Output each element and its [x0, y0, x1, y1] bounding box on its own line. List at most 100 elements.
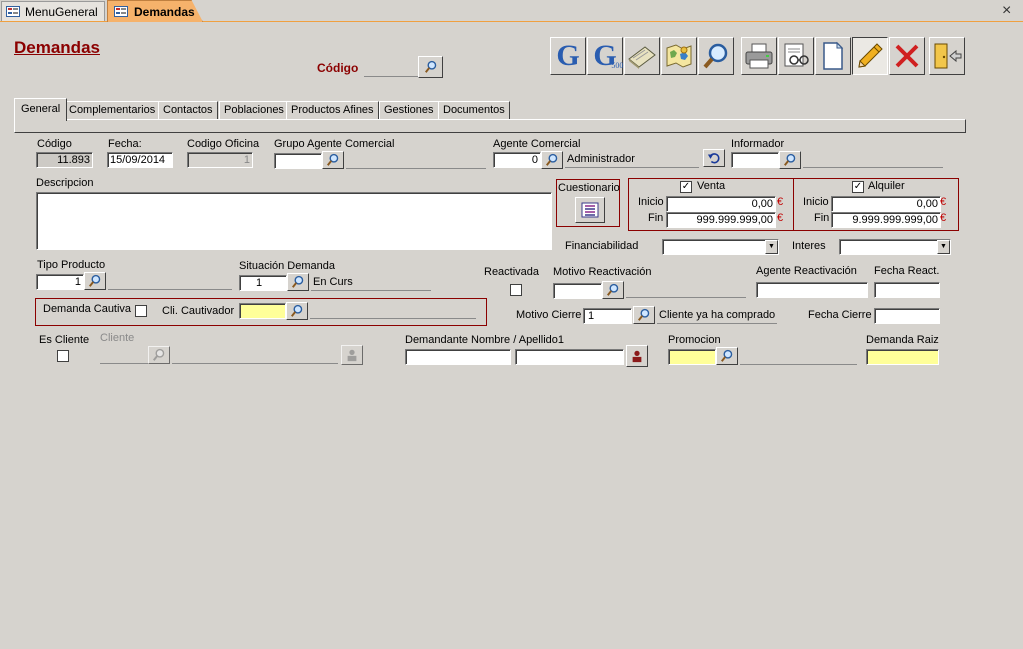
venta-inicio-field[interactable]: 0,00	[666, 196, 776, 212]
situacion-lookup[interactable]	[287, 273, 309, 291]
cliente-lookup	[148, 346, 170, 364]
magnifier-icon	[606, 283, 619, 296]
promocion-field[interactable]	[668, 349, 716, 365]
situacion-field[interactable]: 1	[239, 275, 287, 291]
informador-field[interactable]	[731, 152, 779, 168]
cuestionario-label: Cuestionario	[558, 182, 620, 194]
cuestionario-button[interactable]	[575, 197, 605, 223]
grupo-agente-field[interactable]	[274, 153, 322, 169]
cli-cautivador-label: Cli. Cautivador	[162, 305, 235, 317]
chevron-down-icon: ▼	[937, 240, 950, 254]
agente-comercial-lookup[interactable]	[541, 151, 563, 169]
agente-comercial-field[interactable]: 0	[493, 152, 541, 168]
preview-button[interactable]	[778, 37, 814, 75]
interes-label: Interes	[792, 240, 826, 252]
tipo-producto-lookup[interactable]	[84, 272, 106, 290]
exit-door-icon	[934, 43, 962, 69]
euro-symbol: €	[777, 196, 784, 208]
agente-comercial-label: Agente Comercial	[493, 138, 581, 150]
new-button[interactable]	[815, 37, 851, 75]
motivo-cierre-lookup[interactable]	[633, 306, 655, 324]
magnifier-icon	[545, 153, 558, 166]
search-code-button[interactable]	[418, 56, 443, 78]
venta-inicio-label: Inicio	[638, 196, 664, 208]
alquiler-checkbox[interactable]: ✓	[852, 181, 864, 193]
alquiler-inicio-label: Inicio	[803, 196, 829, 208]
print-button[interactable]	[741, 37, 777, 75]
delete-button[interactable]	[889, 37, 925, 75]
grupo-agente-lookup[interactable]	[322, 151, 344, 169]
demandante-person-button[interactable]	[626, 345, 648, 367]
demanda-raiz-field[interactable]	[866, 349, 939, 365]
search-code-label: Código	[317, 61, 359, 75]
motivo-reactivacion-field[interactable]	[553, 283, 602, 299]
magnifier-icon	[290, 304, 303, 317]
cliente-desc	[172, 363, 338, 364]
motivo-cierre-name: Cliente ya ha comprado	[657, 308, 777, 324]
undo-icon	[707, 153, 720, 164]
fecha-label: Fecha:	[108, 138, 142, 150]
tab-demandas[interactable]: Demandas	[107, 0, 203, 22]
es-cliente-checkbox[interactable]	[57, 350, 69, 362]
motivo-cierre-field[interactable]: 1	[583, 308, 632, 324]
agente-reactivacion-field[interactable]	[756, 282, 868, 298]
tab-general[interactable]: General	[14, 98, 68, 121]
g-button[interactable]: G	[550, 37, 586, 75]
motivo-reactivacion-lookup[interactable]	[602, 281, 624, 299]
tab-productos-afines[interactable]: Productos Afines	[286, 101, 379, 120]
tab-poblaciones[interactable]: Poblaciones	[219, 101, 289, 120]
cli-cautivador-lookup[interactable]	[286, 302, 308, 320]
search-button[interactable]	[698, 37, 734, 75]
search-code-field[interactable]	[364, 76, 418, 77]
euro-symbol: €	[777, 212, 784, 224]
informador-lookup[interactable]	[779, 151, 801, 169]
cliente-label: Cliente	[100, 332, 135, 344]
notebook-icon	[628, 46, 656, 69]
demandante-nombre-field[interactable]	[405, 349, 511, 365]
preview-icon	[784, 43, 809, 67]
fecha-field[interactable]: 15/09/2014	[107, 152, 173, 168]
delete-x-icon	[895, 44, 919, 68]
promocion-lookup[interactable]	[716, 347, 738, 365]
tab-complementarios[interactable]: Complementarios	[64, 101, 161, 120]
tab-contactos[interactable]: Contactos	[158, 101, 218, 120]
cli-cautivador-field[interactable]	[239, 303, 286, 319]
promocion-label: Promocion	[668, 334, 721, 346]
magnifier-icon	[783, 153, 796, 166]
tipo-producto-field[interactable]: 1	[36, 274, 84, 290]
fecha-cierre-field[interactable]	[874, 308, 940, 324]
alquiler-fin-field[interactable]: 9.999.999.999,00	[831, 212, 941, 228]
reactivada-checkbox[interactable]	[510, 284, 522, 296]
grupo-agente-desc	[346, 168, 486, 169]
g500-button[interactable]: G 500	[587, 37, 623, 75]
venta-fin-field[interactable]: 999.999.999,00	[666, 212, 776, 228]
descripcion-label: Descripcion	[36, 177, 94, 189]
edit-button[interactable]	[852, 37, 888, 75]
close-icon[interactable]: ×	[1002, 2, 1011, 20]
demandante-apellido-field[interactable]	[515, 349, 624, 365]
world-map-button[interactable]	[661, 37, 697, 75]
interes-select[interactable]: ▼	[839, 239, 951, 255]
tab-menugeneral[interactable]: MenuGeneral	[1, 1, 105, 21]
g-letter-icon: G	[556, 39, 580, 72]
new-document-icon	[823, 41, 844, 70]
euro-symbol: €	[940, 212, 947, 224]
descripcion-textarea[interactable]	[36, 192, 552, 250]
alquiler-inicio-field[interactable]: 0,00	[831, 196, 941, 212]
fecha-react-field[interactable]	[874, 282, 940, 298]
financiabilidad-select[interactable]: ▼	[662, 239, 779, 255]
tab-gestiones[interactable]: Gestiones	[379, 101, 439, 120]
agente-reactivacion-label: Agente Reactivación	[756, 265, 857, 277]
tab-demandas-label: Demandas	[134, 4, 195, 19]
demanda-cautiva-checkbox[interactable]	[135, 305, 147, 317]
codigo-field: 11.893	[36, 152, 93, 168]
venta-fin-label: Fin	[648, 212, 664, 224]
tab-documentos[interactable]: Documentos	[438, 101, 510, 120]
exit-button[interactable]	[929, 37, 965, 75]
chevron-down-icon: ▼	[765, 240, 778, 254]
undo-button[interactable]	[703, 149, 725, 167]
venta-checkbox[interactable]: ✓	[680, 181, 692, 193]
situacion-name: En Curs	[311, 275, 431, 291]
notebook-button[interactable]	[624, 37, 660, 75]
fecha-react-label: Fecha React.	[874, 265, 940, 277]
